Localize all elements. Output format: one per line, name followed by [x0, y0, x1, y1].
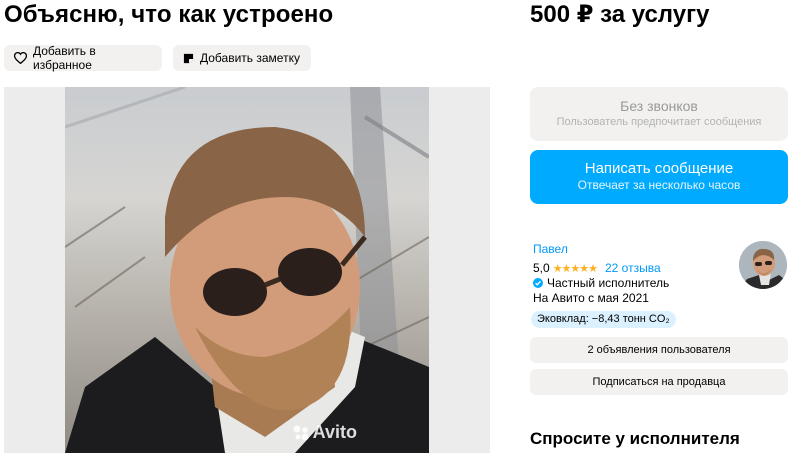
seller-name-link[interactable]: Павел: [533, 242, 568, 256]
no-calls-button: Без звонков Пользователь предпочитает со…: [530, 87, 788, 141]
listing-photo[interactable]: Avito: [65, 87, 429, 453]
avito-logo-icon: [293, 425, 309, 440]
add-to-favorites-button[interactable]: Добавить в избранное: [4, 44, 162, 72]
add-to-favorites-label: Добавить в избранное: [33, 44, 96, 72]
heart-icon: [14, 52, 27, 64]
avito-watermark: Avito: [292, 422, 357, 443]
user-ads-button[interactable]: 2 объявления пользователя: [530, 337, 788, 363]
watermark-text: Avito: [312, 422, 357, 442]
photo-gallery[interactable]: Avito: [4, 87, 490, 453]
listing-photo-illustration: [65, 87, 429, 453]
rating-value: 5,0: [533, 261, 550, 275]
note-icon: [183, 53, 194, 63]
seller-since: На Авито с мая 2021: [533, 291, 649, 305]
verified-check-icon: [533, 278, 543, 288]
add-note-label: Добавить заметку: [200, 51, 300, 65]
seller-avatar[interactable]: [739, 241, 787, 289]
write-message-button[interactable]: Написать сообщение Отвечает за несколько…: [530, 150, 788, 204]
write-message-subtitle: Отвечает за несколько часов: [577, 178, 741, 192]
seller-rating: 5,0 ★★★★★ 22 отзыва: [533, 261, 661, 275]
no-calls-subtitle: Пользователь предпочитает сообщения: [556, 116, 762, 128]
no-calls-title: Без звонков: [620, 98, 698, 114]
eco-badge[interactable]: Эковклад: −8,43 тонн CO₂: [531, 311, 676, 328]
seller-type: Частный исполнитель: [533, 276, 669, 290]
listing-price: 500 ₽ за услугу: [530, 1, 710, 28]
reviews-link[interactable]: 22 отзыва: [605, 261, 661, 275]
listing-title: Объясню, что как устроено: [4, 1, 334, 28]
ask-seller-heading: Спросите у исполнителя: [530, 429, 740, 448]
seller-type-label: Частный исполнитель: [547, 276, 670, 290]
subscribe-seller-button[interactable]: Подписаться на продавца: [530, 369, 788, 395]
rating-stars-icon: ★★★★★: [552, 262, 598, 275]
avatar-image: [739, 241, 787, 289]
add-note-button[interactable]: Добавить заметку: [173, 45, 311, 71]
write-message-title: Написать сообщение: [584, 160, 734, 177]
